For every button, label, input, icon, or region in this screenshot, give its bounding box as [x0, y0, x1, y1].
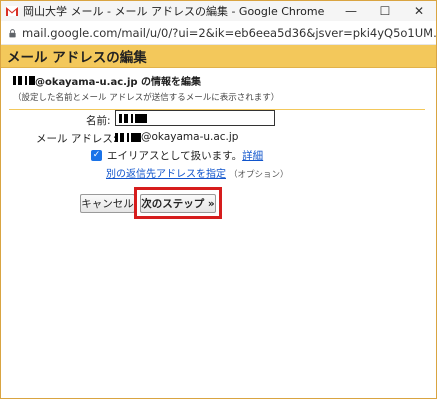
window-title: 岡山大学 メール - メール アドレスの編集 - Google Chrome — [23, 5, 325, 18]
reply-optional-note: （オプション） — [229, 170, 289, 180]
cancel-button[interactable]: キャンセル — [80, 194, 135, 213]
title-bar: 岡山大学 メール - メール アドレスの編集 - Google Chrome —… — [1, 1, 436, 21]
alias-checkbox[interactable]: ✓ — [91, 150, 102, 161]
alias-option: ✓ エイリアスとして扱います。 詳細 — [91, 148, 263, 163]
email-domain: @okayama-u.ac.jp — [141, 131, 239, 143]
maximize-button[interactable]: ☐ — [368, 1, 402, 21]
redacted-username — [13, 76, 35, 85]
url-text: mail.google.com/mail/u/0/?ui=2&ik=eb6eea… — [22, 26, 436, 40]
address-bar[interactable]: mail.google.com/mail/u/0/?ui=2&ik=eb6eea… — [1, 22, 436, 45]
name-field[interactable] — [115, 110, 275, 126]
reply-to-link[interactable]: 別の返信先アドレスを指定 — [106, 169, 226, 180]
redacted-email-user — [115, 132, 141, 142]
alias-details-link[interactable]: 詳細 — [242, 148, 263, 163]
name-label: 名前: — [86, 115, 111, 127]
email-value: @okayama-u.ac.jp — [115, 131, 238, 143]
email-label: メール アドレス: — [36, 133, 117, 145]
browser-window: 岡山大学 メール - メール アドレスの編集 - Google Chrome —… — [0, 0, 437, 399]
close-button[interactable]: ✕ — [402, 1, 436, 21]
redacted-name — [119, 113, 147, 123]
info-subtext: （設定した名前とメール アドレスが送信するメールに表示されます） — [13, 93, 280, 103]
reply-to-section: 別の返信先アドレスを指定 （オプション） — [106, 165, 289, 180]
info-section: @okayama-u.ac.jp の情報を編集 （設定した名前とメール アドレス… — [9, 73, 429, 110]
info-line: @okayama-u.ac.jp の情報を編集 — [35, 77, 202, 88]
dialog-title: メール アドレスの編集 — [7, 50, 147, 66]
minimize-button[interactable]: — — [334, 1, 368, 21]
dialog-header: メール アドレスの編集 — [1, 45, 436, 68]
gmail-icon — [6, 6, 18, 16]
red-highlight-box — [134, 187, 222, 219]
lock-icon — [9, 28, 16, 37]
alias-label: エイリアスとして扱います。 — [107, 150, 243, 162]
